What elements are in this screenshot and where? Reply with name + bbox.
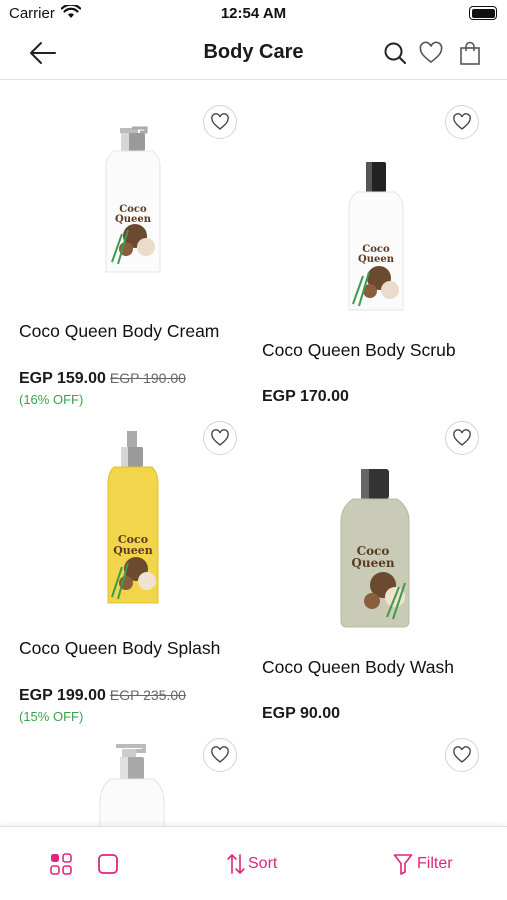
nav-bar: Body Care [0, 28, 507, 80]
add-to-wishlist-button[interactable] [445, 738, 479, 772]
product-image-body-cream[interactable]: Coco Queen [100, 124, 166, 276]
product-image-body-scrub[interactable]: Coco Queen [343, 160, 409, 312]
price-line: EGP 159.00 EGP 190.00 [19, 370, 186, 388]
add-to-wishlist-button[interactable] [445, 105, 479, 139]
discount-badge: (16% OFF) [19, 392, 84, 407]
battery-icon [469, 6, 497, 20]
add-to-wishlist-button[interactable] [203, 738, 237, 772]
filter-button[interactable]: Filter [393, 853, 453, 875]
heart-icon [453, 113, 471, 130]
svg-text:Queen: Queen [113, 544, 153, 557]
filter-funnel-icon [393, 854, 413, 875]
product-old-price: EGP 190.00 [109, 370, 186, 386]
heart-icon [211, 746, 229, 763]
heart-icon [453, 746, 471, 763]
sort-arrows-icon [227, 853, 245, 875]
product-image[interactable] [96, 743, 168, 826]
svg-text:Queen: Queen [351, 556, 394, 570]
shopping-bag-icon[interactable] [457, 40, 483, 66]
product-price: EGP 199.00 [19, 687, 106, 704]
product-price: EGP 170.00 [262, 388, 349, 405]
grid-view-icon[interactable] [50, 853, 72, 875]
add-to-wishlist-button[interactable] [203, 421, 237, 455]
status-time: 12:54 AM [220, 5, 287, 22]
product-name[interactable]: Coco Queen Body Cream [19, 321, 219, 342]
discount-badge: (15% OFF) [19, 709, 84, 724]
svg-text:Queen: Queen [358, 254, 395, 265]
add-to-wishlist-button[interactable] [445, 421, 479, 455]
status-bar: Carrier 12:54 AM [0, 0, 507, 28]
add-to-wishlist-button[interactable] [203, 105, 237, 139]
product-name[interactable]: Coco Queen Body Splash [19, 638, 220, 659]
product-price: EGP 90.00 [262, 705, 340, 722]
price-line: EGP 90.00 [262, 705, 340, 723]
filter-label: Filter [417, 855, 453, 872]
product-name[interactable]: Coco Queen Body Wash [262, 657, 454, 678]
product-old-price: EGP 235.00 [109, 687, 186, 703]
search-icon[interactable] [382, 40, 408, 66]
sort-label: Sort [248, 855, 278, 872]
product-image-body-splash[interactable]: Coco Queen [100, 431, 166, 607]
heart-icon [453, 429, 471, 446]
product-grid: Coco Queen Coco Queen Body Cream EGP 159… [0, 80, 507, 826]
bottom-toolbar: Sort Filter [0, 826, 507, 900]
product-price: EGP 159.00 [19, 370, 106, 387]
product-name[interactable]: Coco Queen Body Scrub [262, 340, 456, 361]
product-image-body-wash[interactable]: Coco Queen [337, 467, 413, 629]
wishlist-heart-icon[interactable] [418, 40, 444, 66]
single-view-icon[interactable] [97, 853, 119, 875]
heart-icon [211, 429, 229, 446]
price-line: EGP 170.00 [262, 388, 349, 406]
heart-icon [211, 113, 229, 130]
sort-button[interactable]: Sort [226, 853, 277, 875]
svg-text:Queen: Queen [115, 214, 152, 225]
price-line: EGP 199.00 EGP 235.00 [19, 687, 186, 705]
